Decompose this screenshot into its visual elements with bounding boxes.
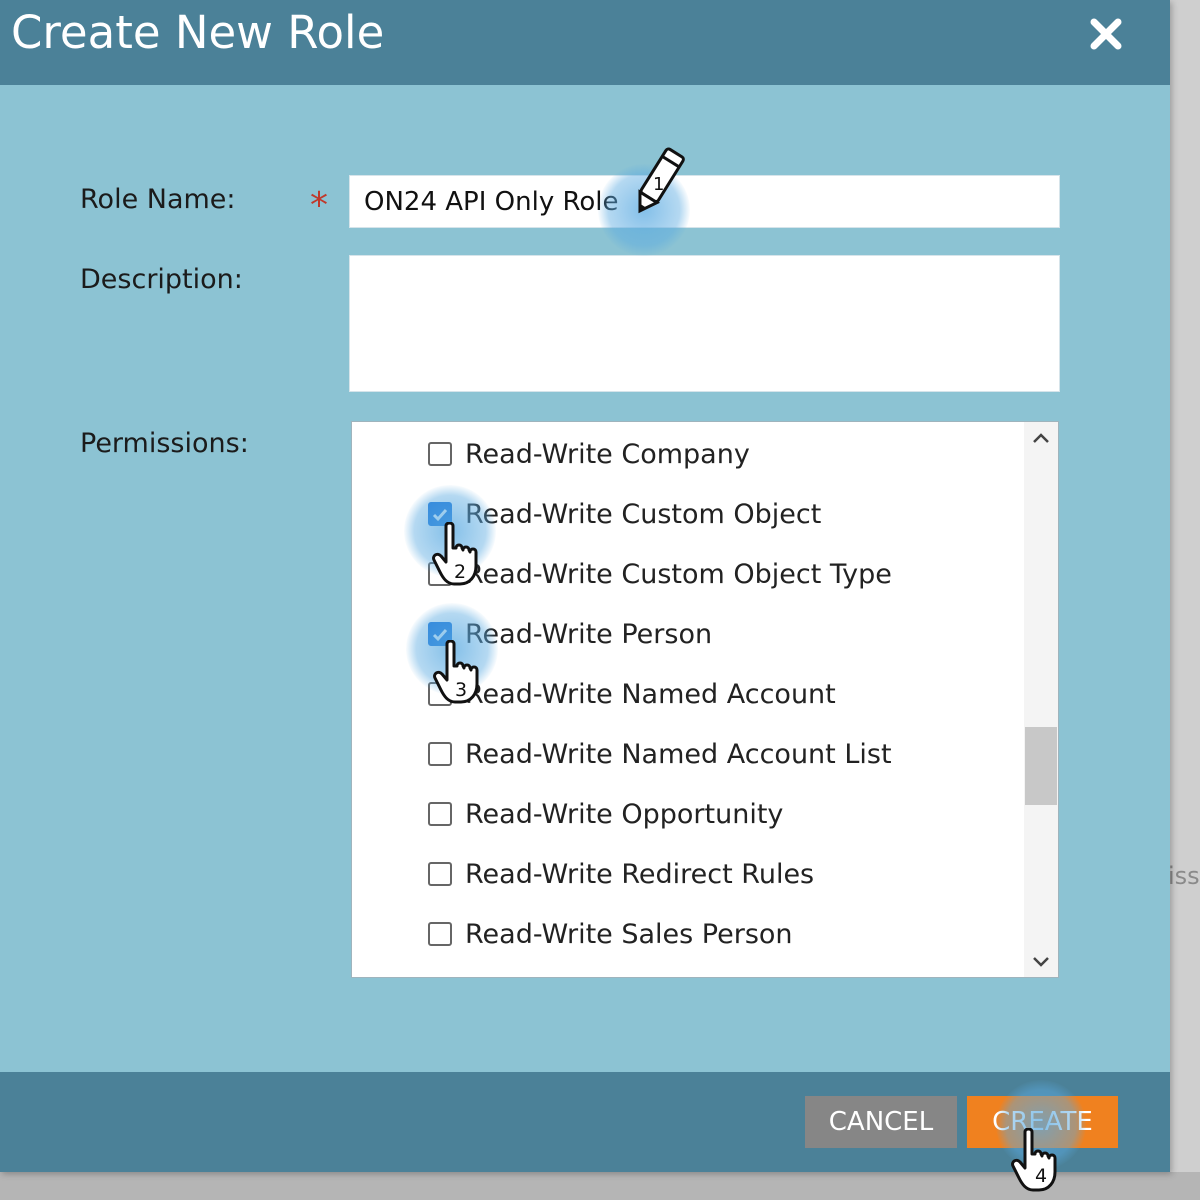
- permission-checkbox[interactable]: [428, 442, 452, 466]
- hand-pointer-icon: 3: [433, 639, 493, 712]
- role-name-label: Role Name:: [80, 184, 236, 215]
- permission-label: Read-Write Custom Object: [465, 499, 822, 530]
- permission-label: Read-Write Opportunity: [465, 799, 784, 830]
- permission-label: Read-Write Person: [465, 619, 713, 650]
- required-marker: *: [310, 185, 328, 226]
- step-marker-4: 4: [1035, 1165, 1047, 1187]
- pencil-icon: 1: [628, 144, 688, 224]
- step-marker-3: 3: [455, 679, 467, 701]
- permissions-scrollbar[interactable]: [1024, 422, 1058, 977]
- chevron-down-icon[interactable]: [1032, 952, 1050, 970]
- permission-label: Read-Write Named Account: [465, 679, 836, 710]
- permission-label: Read-Write Redirect Rules: [465, 859, 815, 890]
- chevron-up-icon[interactable]: [1032, 430, 1050, 448]
- step-marker-2: 2: [454, 561, 466, 583]
- background-text: iss: [1168, 862, 1200, 890]
- create-role-dialog: Create New Role Role Name: * ON24 API On…: [0, 0, 1170, 1172]
- hand-pointer-icon: 2: [432, 521, 492, 594]
- permissions-label: Permissions:: [80, 428, 249, 459]
- permission-label: Read-Write Custom Object Type: [465, 559, 892, 590]
- cancel-button[interactable]: CANCEL: [805, 1096, 957, 1148]
- role-name-input[interactable]: ON24 API Only Role: [349, 175, 1060, 228]
- permission-checkbox[interactable]: [428, 862, 452, 886]
- description-label: Description:: [80, 264, 243, 295]
- background-page-strip: [1170, 0, 1200, 1200]
- permission-checkbox[interactable]: [428, 742, 452, 766]
- permission-label: Read-Write Company: [465, 439, 750, 470]
- step-marker-1: 1: [653, 174, 664, 195]
- permission-label: Read-Write Named Account List: [465, 739, 892, 770]
- permission-label: Read-Write Sales Person: [465, 919, 793, 950]
- permission-checkbox[interactable]: [428, 922, 452, 946]
- role-name-value: ON24 API Only Role: [364, 187, 619, 217]
- permission-checkbox[interactable]: [428, 802, 452, 826]
- description-textarea[interactable]: [349, 255, 1060, 392]
- dialog-title: Create New Role: [11, 6, 385, 59]
- hand-pointer-icon: 4: [1011, 1127, 1071, 1200]
- close-icon[interactable]: [1086, 14, 1126, 54]
- dialog-header: Create New Role: [0, 0, 1170, 85]
- scrollbar-thumb[interactable]: [1025, 727, 1057, 805]
